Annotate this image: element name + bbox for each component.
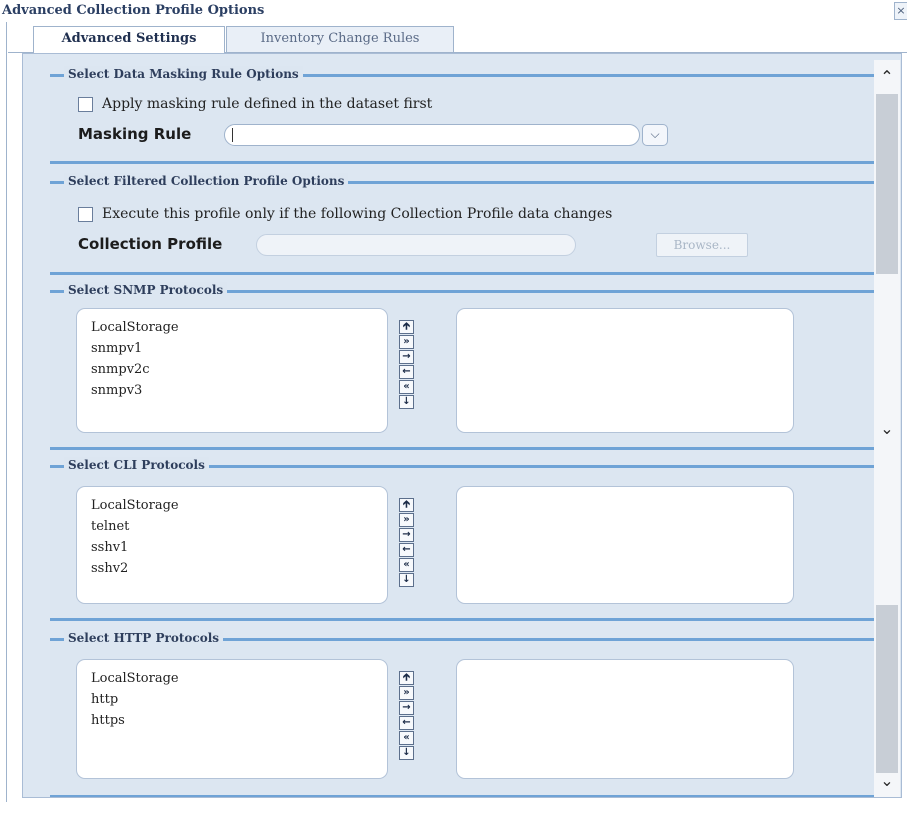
move-bottom-icon[interactable]: ↓ [399,573,414,587]
list-item[interactable]: snmpv3 [77,380,387,401]
masking-checkbox[interactable] [78,96,93,112]
vertical-scrollbar[interactable]: ⌃ ⌄ ⌄ [874,60,900,797]
move-top-icon[interactable]: 🡱 [399,671,414,685]
list-item[interactable]: LocalStorage [77,668,387,689]
chevron-down-icon[interactable]: ⌵ [642,124,668,146]
move-left-icon[interactable]: ← [399,365,414,379]
move-all-left-icon[interactable]: « [399,731,414,745]
scrollbar-track-upper[interactable] [876,94,898,274]
move-all-right-icon[interactable]: » [399,513,414,527]
filtered-checkbox-row: Execute this profile only if the followi… [78,206,612,222]
http-transfer-buttons: 🡱 » → ← « ↓ [399,671,415,761]
http-legend: Select HTTP Protocols [64,630,224,646]
filtered-fieldset: Select Filtered Collection Profile Optio… [50,173,883,275]
cli-legend: Select CLI Protocols [64,457,209,473]
http-fieldset: Select HTTP Protocols LocalStorage http … [50,630,883,797]
list-item[interactable]: LocalStorage [77,495,387,516]
list-item[interactable]: LocalStorage [77,317,387,338]
collection-profile-label: Collection Profile [78,235,223,253]
masking-checkbox-row: Apply masking rule defined in the datase… [78,96,432,112]
move-all-right-icon[interactable]: » [399,686,414,700]
tab-inventory-change-rules[interactable]: Inventory Change Rules [226,26,454,52]
scroll-up-icon[interactable]: ⌃ [876,66,898,88]
cli-transfer-buttons: 🡱 » → ← « ↓ [399,498,415,588]
move-top-icon[interactable]: 🡱 [399,498,414,512]
move-right-icon[interactable]: → [399,350,414,364]
list-item[interactable]: https [77,710,387,731]
move-bottom-icon[interactable]: ↓ [399,746,414,760]
snmp-legend: Select SNMP Protocols [64,282,228,298]
dialog-title: Advanced Collection Profile Options [2,3,265,18]
http-available-list[interactable]: LocalStorage http https [76,659,388,779]
text-caret [232,128,233,142]
move-top-icon[interactable]: 🡱 [399,320,414,334]
filtered-checkbox-label: Execute this profile only if the followi… [102,206,613,222]
move-bottom-icon[interactable]: ↓ [399,395,414,409]
dialog-left-border [0,22,8,802]
masking-legend: Select Data Masking Rule Options [64,66,303,82]
scroll-down-icon[interactable]: ⌄ [876,418,898,440]
browse-button: Browse... [656,233,748,257]
http-selected-list[interactable] [456,659,794,779]
list-item[interactable]: sshv1 [77,537,387,558]
filtered-checkbox[interactable] [78,206,93,222]
move-right-icon[interactable]: → [399,701,414,715]
snmp-available-list[interactable]: LocalStorage snmpv1 snmpv2c snmpv3 [76,308,388,433]
list-item[interactable]: snmpv2c [77,359,387,380]
list-item[interactable]: telnet [77,516,387,537]
move-all-left-icon[interactable]: « [399,558,414,572]
cli-selected-list[interactable] [456,486,794,604]
masking-checkbox-label: Apply masking rule defined in the datase… [102,96,433,112]
masking-rule-select[interactable] [224,124,640,146]
snmp-selected-list[interactable] [456,308,794,433]
snmp-transfer-buttons: 🡱 » → ← « ↓ [399,320,415,410]
move-left-icon[interactable]: ← [399,716,414,730]
tab-advanced-settings[interactable]: Advanced Settings [33,26,225,53]
list-item[interactable]: snmpv1 [77,338,387,359]
cli-available-list[interactable]: LocalStorage telnet sshv1 sshv2 [76,486,388,604]
scrollbar-track-lower[interactable] [876,605,898,773]
filtered-legend: Select Filtered Collection Profile Optio… [64,173,349,189]
move-left-icon[interactable]: ← [399,543,414,557]
move-all-right-icon[interactable]: » [399,335,414,349]
settings-panel: Select Data Masking Rule Options Apply m… [22,53,902,798]
tab-bar: Advanced Settings Inventory Change Rules [8,22,907,53]
move-right-icon[interactable]: → [399,528,414,542]
snmp-fieldset: Select SNMP Protocols LocalStorage snmpv… [50,282,883,450]
cli-fieldset: Select CLI Protocols LocalStorage telnet… [50,457,883,621]
list-item[interactable]: sshv2 [77,558,387,579]
list-item[interactable]: http [77,689,387,710]
close-icon[interactable]: × [894,2,907,20]
masking-fieldset: Select Data Masking Rule Options Apply m… [50,66,883,164]
move-all-left-icon[interactable]: « [399,380,414,394]
scroll-bottom-icon[interactable]: ⌄ [876,770,898,792]
collection-profile-input [256,234,576,256]
masking-rule-label: Masking Rule [78,125,192,143]
